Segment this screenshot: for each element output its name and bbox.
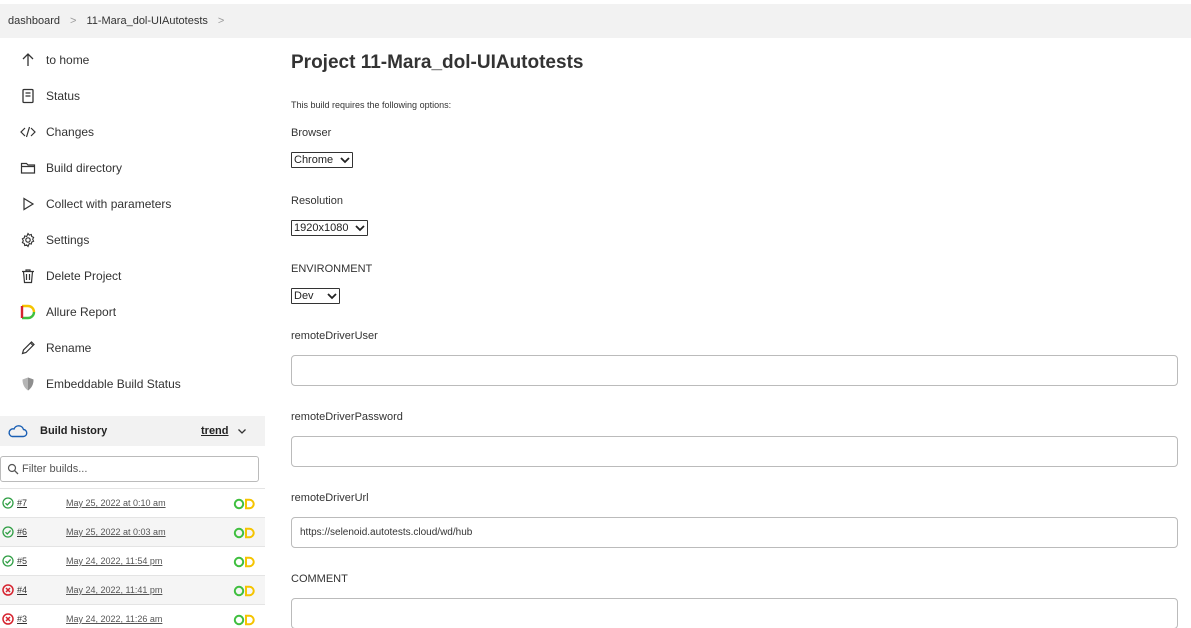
sidebar-item-label: Delete Project xyxy=(46,269,122,283)
comment-input[interactable] xyxy=(291,598,1178,628)
allure-report-icon[interactable] xyxy=(233,614,255,626)
code-icon xyxy=(18,122,38,142)
build-number-link[interactable]: #5 xyxy=(17,556,27,566)
sidebar-item-label: Collect with parameters xyxy=(46,197,172,211)
trash-icon xyxy=(18,266,38,286)
remote-driver-password-label: remoteDriverPassword xyxy=(291,411,403,423)
sidebar-item-label: to home xyxy=(46,53,90,67)
allure-report-icon[interactable] xyxy=(233,556,255,568)
success-icon xyxy=(2,497,14,509)
search-icon xyxy=(7,463,19,475)
build-number-link[interactable]: #4 xyxy=(17,585,27,595)
breadcrumb-dashboard[interactable]: dashboard xyxy=(8,15,60,27)
trend-link[interactable]: trend xyxy=(201,425,229,437)
arrow-up-icon xyxy=(18,50,38,70)
build-date-link[interactable]: May 24, 2022, 11:41 pm xyxy=(66,585,162,595)
sidebar-item-allure-report[interactable]: Allure Report xyxy=(0,294,265,330)
filter-builds-input[interactable]: Filter builds... xyxy=(0,456,259,482)
sidebar-item-embeddable-build-status[interactable]: Embeddable Build Status xyxy=(0,366,265,402)
pencil-icon xyxy=(18,338,38,358)
remote-driver-password-input[interactable] xyxy=(291,436,1178,467)
resolution-select[interactable]: 1920x1080 xyxy=(291,220,368,236)
build-number-link[interactable]: #6 xyxy=(17,527,27,537)
sidebar-item-label: Allure Report xyxy=(46,305,117,319)
sidebar-item-label: Embeddable Build Status xyxy=(46,377,181,391)
remote-driver-url-label: remoteDriverUrl xyxy=(291,492,369,504)
build-history-header: Build history trend xyxy=(0,416,265,446)
chevron-right-icon[interactable]: > xyxy=(218,15,224,27)
sidebar-item-build-directory[interactable]: Build directory xyxy=(0,150,265,186)
build-history-title: Build history xyxy=(40,425,108,437)
build-row: #6 May 25, 2022 at 0:03 am xyxy=(0,517,265,546)
chevron-down-icon xyxy=(327,293,337,300)
sidebar-item-collect-with-parameters[interactable]: Collect with parameters xyxy=(0,186,265,222)
chevron-down-icon[interactable] xyxy=(236,425,248,437)
filter-placeholder: Filter builds... xyxy=(22,463,88,475)
sidebar-item-to-home[interactable]: to home xyxy=(0,42,265,78)
build-date-link[interactable]: May 24, 2022, 11:54 pm xyxy=(66,556,162,566)
breadcrumb: dashboard > 11-Mara_dol-UIAutotests > xyxy=(0,4,1191,38)
breadcrumb-project[interactable]: 11-Mara_dol-UIAutotests xyxy=(86,15,207,27)
remote-driver-url-input[interactable]: https://selenoid.autotests.cloud/wd/hub xyxy=(291,517,1178,548)
resolution-label: Resolution xyxy=(291,195,343,207)
build-date-link[interactable]: May 24, 2022, 11:26 am xyxy=(66,614,162,624)
success-icon xyxy=(2,526,14,538)
build-date-link[interactable]: May 25, 2022 at 0:10 am xyxy=(66,498,166,508)
resolution-value: 1920x1080 xyxy=(294,222,349,234)
build-number-link[interactable]: #7 xyxy=(17,498,27,508)
sidebar-item-label: Build directory xyxy=(46,161,123,175)
allure-icon xyxy=(18,302,38,322)
sidebar-item-settings[interactable]: Settings xyxy=(0,222,265,258)
chevron-down-icon xyxy=(340,157,350,164)
sidebar-item-rename[interactable]: Rename xyxy=(0,330,265,366)
remote-driver-url-value: https://selenoid.autotests.cloud/wd/hub xyxy=(300,527,473,538)
build-row: #5 May 24, 2022, 11:54 pm xyxy=(0,546,265,575)
environment-select[interactable]: Dev xyxy=(291,288,340,304)
shield-icon xyxy=(18,374,38,394)
comment-label: COMMENT xyxy=(291,573,348,585)
sidebar-item-delete-project[interactable]: Delete Project xyxy=(0,258,265,294)
allure-report-icon[interactable] xyxy=(233,527,255,539)
build-row: #4 May 24, 2022, 11:41 pm xyxy=(0,575,265,604)
browser-label: Browser xyxy=(291,127,332,139)
remote-driver-user-label: remoteDriverUser xyxy=(291,330,378,342)
failed-icon xyxy=(2,584,14,596)
build-number-link[interactable]: #3 xyxy=(17,614,27,624)
success-icon xyxy=(2,555,14,567)
sidebar: to home Status Changes Build directory C… xyxy=(0,38,265,628)
build-row: #7 May 25, 2022 at 0:10 am xyxy=(0,488,265,517)
environment-value: Dev xyxy=(294,290,314,302)
environment-label: ENVIRONMENT xyxy=(291,263,373,275)
folder-icon xyxy=(18,158,38,178)
play-icon xyxy=(18,194,38,214)
remote-driver-user-input[interactable] xyxy=(291,355,1178,386)
document-icon xyxy=(18,86,38,106)
browser-select[interactable]: Chrome xyxy=(291,152,353,168)
build-row: #3 May 24, 2022, 11:26 am xyxy=(0,604,265,628)
sidebar-item-label: Changes xyxy=(46,125,95,139)
cloud-icon xyxy=(8,425,28,438)
gear-icon xyxy=(18,230,38,250)
sidebar-item-label: Settings xyxy=(46,233,90,247)
chevron-right-icon: > xyxy=(70,15,77,27)
sidebar-item-label: Rename xyxy=(46,341,92,355)
allure-report-icon[interactable] xyxy=(233,585,255,597)
sidebar-item-status[interactable]: Status xyxy=(0,78,265,114)
browser-value: Chrome xyxy=(294,154,334,166)
page-title: Project 11-Mara_dol-UIAutotests xyxy=(291,52,584,73)
allure-report-icon[interactable] xyxy=(233,498,255,510)
failed-icon xyxy=(2,613,14,625)
sidebar-item-changes[interactable]: Changes xyxy=(0,114,265,150)
sidebar-item-label: Status xyxy=(46,89,81,103)
build-date-link[interactable]: May 25, 2022 at 0:03 am xyxy=(66,527,166,537)
chevron-down-icon xyxy=(355,225,365,232)
build-options-info: This build requires the following option… xyxy=(291,100,452,110)
